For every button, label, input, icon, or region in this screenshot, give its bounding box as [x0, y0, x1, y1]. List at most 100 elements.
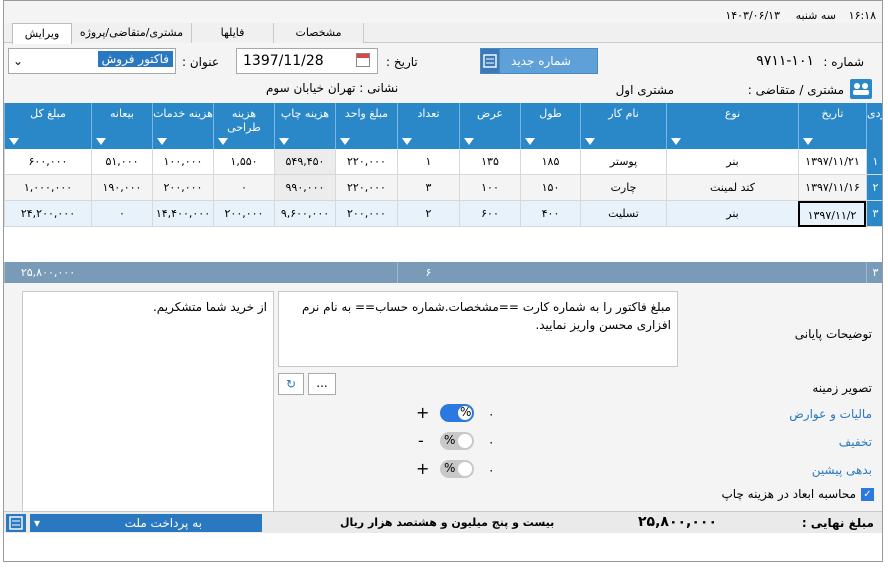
cell-unit-price[interactable]: ۲۰۰,۰۰۰	[335, 201, 397, 227]
col-service-cost[interactable]: هزینه خدمات	[152, 103, 213, 149]
cell-design-cost[interactable]: ۲۰۰,۰۰۰	[213, 201, 274, 227]
filter-icon[interactable]	[671, 138, 681, 145]
cell-service-cost[interactable]: ۱۰۰,۰۰۰	[152, 149, 213, 175]
tax-percent-toggle[interactable]: %	[440, 404, 474, 422]
cell-service-cost[interactable]: ۱۴,۴۰۰,۰۰۰	[152, 201, 213, 227]
cell-type[interactable]: بنر	[666, 201, 798, 227]
customer-name[interactable]: مشتری اول	[616, 83, 674, 97]
col-unit-price[interactable]: مبلغ واحد	[335, 103, 397, 149]
cell-design-cost[interactable]: ۰	[213, 175, 274, 201]
col-width[interactable]: عرض	[459, 103, 520, 149]
cell-count[interactable]: ۲	[397, 201, 459, 227]
totals-bar: مبلغ نهایی : ۲۵,۸۰۰,۰۰۰ بیست و پنج میلیو…	[4, 511, 882, 533]
filter-icon[interactable]	[525, 138, 535, 145]
col-deposit[interactable]: بیعانه	[91, 103, 152, 149]
col-job-name[interactable]: نام کار	[580, 103, 666, 149]
cell-date[interactable]: ۱۳۹۷/۱۱/۱۶	[798, 175, 866, 201]
tab-edit[interactable]: ویرایش	[12, 23, 72, 44]
customer-icon[interactable]	[850, 79, 872, 99]
discount-label[interactable]: تخفیف	[839, 435, 872, 449]
cell-length[interactable]: ۱۸۵	[520, 149, 580, 175]
title-select[interactable]: ⌄ فاکتور فروش	[8, 48, 176, 74]
cell-count[interactable]: ۱	[397, 149, 459, 175]
cell-print-cost[interactable]: ۵۴۹,۴۵۰	[274, 149, 335, 175]
cell-total[interactable]: ۶۰۰,۰۰۰	[4, 149, 91, 175]
prev-debt-label[interactable]: بدهی پیشین	[812, 463, 872, 477]
col-print-cost[interactable]: هزینه چاپ	[274, 103, 335, 149]
cell-job-name[interactable]: چارت	[580, 175, 666, 201]
payment-icon[interactable]	[6, 514, 26, 532]
summary-total: ۲۵,۸۰۰,۰۰۰	[4, 262, 91, 283]
new-number-button[interactable]: شماره جدید	[484, 48, 598, 74]
cell-width[interactable]: ۱۳۵	[459, 149, 520, 175]
debt-value[interactable]: ۰	[488, 463, 494, 477]
cell-type[interactable]: بنر	[666, 149, 798, 175]
amount-in-words: بیست و پنج میلیون و هشتصد هزار ریال	[340, 516, 555, 529]
tab-customer-project[interactable]: مشتری/متقاضی/پروژه	[72, 23, 192, 43]
col-total[interactable]: مبلغ کل	[4, 103, 91, 149]
filter-icon[interactable]	[402, 138, 412, 145]
address: نشانی : تهران خیابان سوم	[266, 81, 399, 95]
cell-total[interactable]: ۱,۰۰۰,۰۰۰	[4, 175, 91, 201]
filter-icon[interactable]	[803, 138, 813, 145]
refresh-icon[interactable]: ↻	[278, 373, 304, 395]
cell-design-cost[interactable]: ۱,۵۵۰	[213, 149, 274, 175]
summary-count: ۳	[866, 262, 882, 283]
cell-deposit[interactable]: ۱۹۰,۰۰۰	[91, 175, 152, 201]
cell-unit-price[interactable]: ۲۲۰,۰۰۰	[335, 149, 397, 175]
discount-value[interactable]: ۰	[488, 435, 494, 449]
cell-length[interactable]: ۴۰۰	[520, 201, 580, 227]
discount-percent-toggle[interactable]: %	[440, 432, 474, 450]
tax-plus-button[interactable]: +	[416, 403, 429, 422]
cell-unit-price[interactable]: ۲۲۰,۰۰۰	[335, 175, 397, 201]
filter-icon[interactable]	[279, 138, 289, 145]
cell-date[interactable]: ۱۳۹۷/۱۱/۲۱	[798, 149, 866, 175]
cell-job-name[interactable]: تسلیت	[580, 201, 666, 227]
filter-icon[interactable]	[340, 138, 350, 145]
payment-select[interactable]: به پرداخت ملت ▾	[30, 514, 262, 532]
calc-dims-checkbox[interactable]: ✓	[861, 488, 874, 501]
thanks-note[interactable]: از خرید شما متشکریم.	[22, 291, 274, 513]
filter-icon[interactable]	[585, 138, 595, 145]
browse-button[interactable]: ...	[308, 373, 336, 395]
footer-notes-label: توضیحات پایانی	[794, 327, 872, 341]
tab-files[interactable]: فایلها	[192, 23, 274, 43]
cell-length[interactable]: ۱۵۰	[520, 175, 580, 201]
tax-label[interactable]: مالیات و عوارض	[789, 407, 872, 421]
cell-deposit[interactable]: ۰	[91, 201, 152, 227]
cell-count[interactable]: ۳	[397, 175, 459, 201]
cell-print-cost[interactable]: ۹,۶۰۰,۰۰۰	[274, 201, 335, 227]
col-row[interactable]: ردی	[866, 103, 882, 149]
calculator-icon[interactable]	[480, 48, 500, 74]
cell-print-cost[interactable]: ۹۹۰,۰۰۰	[274, 175, 335, 201]
cell-date[interactable]: ۱۳۹۷/۱۱/۲	[798, 201, 866, 227]
customer-label: مشتری / متقاضی :	[747, 83, 844, 97]
cell-width[interactable]: ۱۰۰	[459, 175, 520, 201]
tab-specs[interactable]: مشخصات	[274, 23, 364, 43]
calendar-icon[interactable]	[356, 53, 370, 67]
discount-minus-button[interactable]: -	[418, 431, 424, 450]
filter-icon[interactable]	[96, 138, 106, 145]
bank-note[interactable]: مبلغ فاکتور را به شماره کارت ==مشخصات.شم…	[278, 291, 678, 367]
filter-icon[interactable]	[157, 138, 167, 145]
cell-total[interactable]: ۲۴,۲۰۰,۰۰۰	[4, 201, 91, 227]
cell-type[interactable]: کتد لمینت	[666, 175, 798, 201]
filter-icon[interactable]	[218, 138, 228, 145]
debt-plus-button[interactable]: +	[416, 459, 429, 478]
invoice-number[interactable]: ۹۷۱۱-۱۰۱	[756, 53, 814, 69]
col-design-cost[interactable]: هزینه طراحی	[213, 103, 274, 149]
tax-value[interactable]: ۰	[488, 407, 494, 421]
filter-icon[interactable]	[464, 138, 474, 145]
cell-deposit[interactable]: ۵۱,۰۰۰	[91, 149, 152, 175]
col-length[interactable]: طول	[520, 103, 580, 149]
cell-service-cost[interactable]: ۲۰۰,۰۰۰	[152, 175, 213, 201]
col-type[interactable]: نوع	[666, 103, 798, 149]
summary-row: ۳ ۶ ۲۵,۸۰۰,۰۰۰	[4, 262, 882, 283]
new-number-label: شماره جدید	[511, 54, 571, 68]
cell-width[interactable]: ۶۰۰	[459, 201, 520, 227]
filter-icon[interactable]	[9, 138, 19, 145]
col-date[interactable]: تاریخ	[798, 103, 866, 149]
col-count[interactable]: تعداد	[397, 103, 459, 149]
debt-percent-toggle[interactable]: %	[440, 460, 474, 478]
cell-job-name[interactable]: پوستر	[580, 149, 666, 175]
